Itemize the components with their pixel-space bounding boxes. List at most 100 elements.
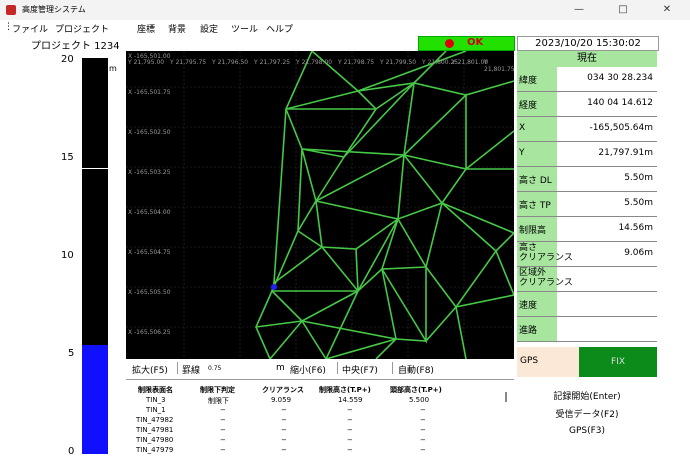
grid-value: 0.75	[208, 365, 222, 372]
table-cell: 制限下	[208, 397, 229, 405]
zoom-in-button[interactable]: 拡大(F5)	[132, 363, 168, 376]
panel-row: 制限高 14.56m	[517, 217, 657, 242]
table-cell: −	[281, 446, 287, 454]
current-status-panel: 現在 緯度 034 30 28.234 経度 140 04 14.612 X -165,5…	[517, 51, 657, 343]
close-button[interactable]: ✕	[645, 0, 689, 20]
panel-row: 区域外 クリアランス	[517, 267, 657, 292]
panel-row-label: 緯度	[517, 67, 557, 91]
minimize-button[interactable]: —	[557, 0, 601, 20]
received-data-button[interactable]: 受信データ(F2)	[517, 407, 657, 420]
map-x-label: X -165,502.50	[128, 129, 171, 136]
table-header: 制限表面名	[138, 386, 173, 394]
table-cell: TIN_47980	[136, 436, 174, 444]
panel-row-value: -165,505.64m	[589, 123, 653, 133]
panel-row: 経度 140 04 14.612	[517, 92, 657, 117]
table-header: 頭部高さ(T.P+)	[390, 386, 442, 394]
auto-button[interactable]: 自動(F8)	[398, 363, 434, 376]
map-y-label: Y 21,795.75	[170, 59, 207, 66]
panel-header: 現在	[517, 51, 657, 67]
menu-tools[interactable]: ツール	[231, 22, 258, 35]
table-cell: −	[220, 446, 226, 454]
table-cell: −	[347, 406, 353, 414]
center-button[interactable]: 中央(F7)	[342, 363, 378, 376]
table-header: 制限下判定	[200, 386, 235, 394]
zoom-out-button[interactable]: 縮小(F6)	[290, 363, 326, 376]
panel-row-label: 高さ クリアランス	[517, 242, 573, 266]
table-cell: 5.500	[409, 396, 430, 404]
status-indicator: OK	[418, 36, 515, 51]
panel-row-value: 5.50m	[624, 173, 653, 183]
panel-row-label: 高さ DL	[517, 167, 557, 191]
record-start-button[interactable]: 記録開始(Enter)	[517, 389, 657, 402]
gps-button[interactable]: GPS(F3)	[517, 426, 657, 436]
menu-project[interactable]: プロジェクト	[55, 22, 109, 35]
table-cell: −	[281, 436, 287, 444]
table-cell: −	[420, 446, 426, 454]
panel-row-value: 14.56m	[618, 223, 653, 233]
table-cell: −	[220, 436, 226, 444]
map-y-label: Y 21,797.25	[254, 59, 291, 66]
menu-background[interactable]: 背景	[168, 22, 186, 35]
table-cell: TIN_47979	[136, 446, 174, 454]
current-position-marker	[271, 284, 277, 290]
gauge-limit-mark	[82, 168, 108, 169]
window-title: 高度管理システム	[22, 5, 86, 14]
table-header: クリアランス	[262, 386, 304, 394]
table-cell: −	[347, 426, 353, 434]
panel-row-value: 034 30 28.234	[587, 73, 653, 83]
menu-file[interactable]: ファイル	[12, 22, 48, 35]
table-cell: −	[420, 416, 426, 424]
panel-row-label: 区域外 クリアランス	[517, 267, 573, 291]
map-toolbar: 拡大(F5) 罫線 0.75 m 縮小(F6) 中央(F7) 自動(F8)	[126, 359, 514, 377]
status-ok-text: OK	[467, 37, 484, 48]
panel-row-label: 経度	[517, 92, 557, 116]
table-cell: −	[420, 406, 426, 414]
height-gauge: 20 15 10 5 0 m	[31, 51, 125, 459]
gauge-fill	[82, 345, 108, 454]
map-x-label: X -165,506.25	[128, 329, 171, 336]
gps-fix-indicator: FIX	[579, 347, 657, 377]
gauge-unit: m	[109, 64, 117, 73]
map-y-label: Y 21,798.75	[338, 59, 375, 66]
grid-label: 罫線	[182, 366, 201, 376]
panel-row-label: 制限高	[517, 217, 557, 241]
status-dot-icon	[445, 39, 454, 48]
panel-row: X -165,505.64m	[517, 117, 657, 142]
gauge-tick-0: 0	[68, 446, 75, 457]
project-name: プロジェクト 1234	[31, 41, 120, 52]
map-x-label: X -165,504.00	[128, 209, 171, 216]
table-cell: −	[420, 426, 426, 434]
table-cell: TIN_47982	[136, 416, 174, 424]
gauge-tick-15: 15	[61, 152, 74, 163]
menu-bar: ⋮ ファイル プロジェクト 座標 背景 設定 ツール ヘルプ	[0, 20, 690, 36]
panel-row-label: 進路	[517, 317, 557, 341]
tin-mesh	[126, 51, 514, 359]
table-cell: TIN_3	[146, 396, 166, 404]
panel-row: 高さ DL 5.50m	[517, 167, 657, 192]
table-cell: −	[220, 416, 226, 424]
panel-row-label: 速度	[517, 292, 557, 316]
menu-settings[interactable]: 設定	[200, 22, 218, 35]
map-y-label: Y 21,798.00	[296, 59, 333, 66]
menu-help[interactable]: ヘルプ	[266, 22, 293, 35]
table-cell: 9.059	[271, 396, 292, 404]
map-y-label: Y 21,795.00	[128, 59, 165, 66]
table-header: 制限高さ(T.P+)	[319, 386, 371, 394]
table-cell: −	[347, 446, 353, 454]
table-cell: −	[220, 426, 226, 434]
table-cell: −	[420, 436, 426, 444]
panel-row-label: X	[517, 117, 557, 141]
table-scrollbar[interactable]	[505, 392, 507, 402]
maximize-button[interactable]: □	[601, 0, 645, 20]
map-x-label: X -165,504.75	[128, 249, 171, 256]
table-cell: 14.559	[338, 396, 363, 404]
map-y-label: Y 21,796.50	[212, 59, 249, 66]
map-x-label: X -165,501.00	[128, 53, 171, 60]
table-cell: −	[347, 436, 353, 444]
map-y-label: Y 21,801.00	[452, 59, 489, 66]
table-cell: −	[281, 406, 287, 414]
panel-row-value: 5.50m	[624, 198, 653, 208]
menu-coordinates[interactable]: 座標	[137, 22, 155, 35]
divider	[177, 362, 178, 374]
map-view[interactable]: Y 21,795.00 Y 21,795.75 Y 21,796.50 Y 21…	[126, 51, 514, 359]
